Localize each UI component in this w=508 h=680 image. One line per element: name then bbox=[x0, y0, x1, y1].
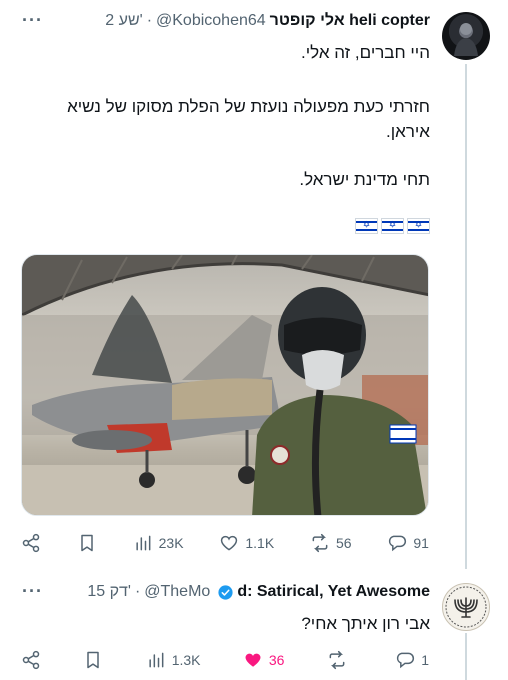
reply-icon bbox=[397, 652, 415, 669]
handle[interactable]: @Kobicohen64 bbox=[156, 12, 266, 30]
tweet-text-line: אבי רון איתך אחי? bbox=[301, 614, 430, 633]
tweet-header: d: Satirical, Yet Awesome @TheMo · 15 דק… bbox=[87, 583, 430, 601]
display-name[interactable]: d: Satirical, Yet Awesome bbox=[237, 583, 430, 601]
tweet-text-line: היי חברים, זה אלי. bbox=[301, 43, 430, 62]
separator-dot: · bbox=[134, 583, 141, 600]
more-options-icon[interactable]: ··· bbox=[22, 10, 43, 31]
like-button[interactable]: 1.1K bbox=[219, 533, 274, 553]
tweet-text-line: חזרתי כעת מפעולה נועזת של הפלת מסוקו של … bbox=[67, 97, 430, 141]
timestamp[interactable]: 2 שע' bbox=[105, 12, 142, 30]
timestamp[interactable]: 15 דק' bbox=[87, 583, 131, 601]
like-count: 1.1K bbox=[245, 535, 275, 551]
reply-icon bbox=[389, 535, 407, 552]
bookmark-button[interactable] bbox=[83, 650, 103, 670]
bookmark-button[interactable] bbox=[77, 533, 97, 553]
repost-button[interactable]: 56 bbox=[310, 533, 352, 553]
share-icon bbox=[22, 650, 40, 670]
reply-count: 1 bbox=[421, 652, 429, 668]
share-button[interactable] bbox=[21, 650, 41, 670]
bookmark-icon bbox=[87, 651, 100, 669]
repost-count: 56 bbox=[335, 535, 352, 551]
views-count: 23K bbox=[158, 535, 184, 551]
pilot-with-fighter-jet-photo bbox=[22, 255, 428, 515]
more-options-icon[interactable]: ··· bbox=[22, 581, 43, 602]
views-icon bbox=[136, 535, 151, 551]
tweet-photo[interactable] bbox=[21, 254, 429, 516]
views-icon bbox=[149, 652, 164, 668]
avatar[interactable] bbox=[442, 12, 490, 60]
like-icon bbox=[221, 535, 238, 551]
views-count: 1.3K bbox=[171, 652, 201, 668]
like-button[interactable]: 36 bbox=[243, 650, 285, 670]
reply-count: 91 bbox=[413, 535, 429, 551]
thread-line bbox=[465, 633, 467, 680]
avatar-person-icon bbox=[454, 23, 478, 56]
separator-dot: · bbox=[146, 12, 153, 29]
repost-icon bbox=[329, 650, 345, 670]
tweet-actions: 91 56 1.1K 23K bbox=[21, 531, 429, 555]
avatar[interactable] bbox=[442, 583, 490, 631]
views-button[interactable]: 23K bbox=[133, 533, 184, 553]
israel-flag-icon: ✡ bbox=[381, 218, 404, 234]
tweet-text-line: תחי מדינת ישראל. bbox=[299, 170, 430, 189]
repost-button[interactable] bbox=[327, 650, 353, 670]
menorah-emblem-icon bbox=[445, 586, 487, 628]
israel-flags: ✡ ✡ ✡ bbox=[355, 218, 430, 234]
heart-filled-icon bbox=[245, 653, 261, 667]
share-icon bbox=[22, 533, 40, 553]
display-name[interactable]: אלי קופטר heli copter bbox=[270, 12, 430, 30]
share-button[interactable] bbox=[21, 533, 41, 553]
reply-button[interactable]: 91 bbox=[387, 533, 429, 553]
israel-flag-icon: ✡ bbox=[355, 218, 378, 234]
reply-button[interactable]: 1 bbox=[395, 650, 429, 670]
repost-icon bbox=[312, 533, 328, 553]
handle[interactable]: @TheMo bbox=[144, 583, 210, 601]
bookmark-icon bbox=[81, 534, 93, 552]
tweet-header: אלי קופטר heli copter @Kobicohen64 · 2 ש… bbox=[105, 12, 430, 30]
views-button[interactable]: 1.3K bbox=[146, 650, 201, 670]
israel-flag-icon: ✡ bbox=[407, 218, 430, 234]
thread-line bbox=[465, 64, 467, 569]
like-count: 36 bbox=[268, 652, 285, 668]
tweet[interactable]: אלי קופטר heli copter @Kobicohen64 · 2 ש… bbox=[0, 0, 508, 569]
verified-badge-icon bbox=[218, 584, 233, 600]
tweet-actions: 1 36 1.3K bbox=[21, 648, 429, 672]
